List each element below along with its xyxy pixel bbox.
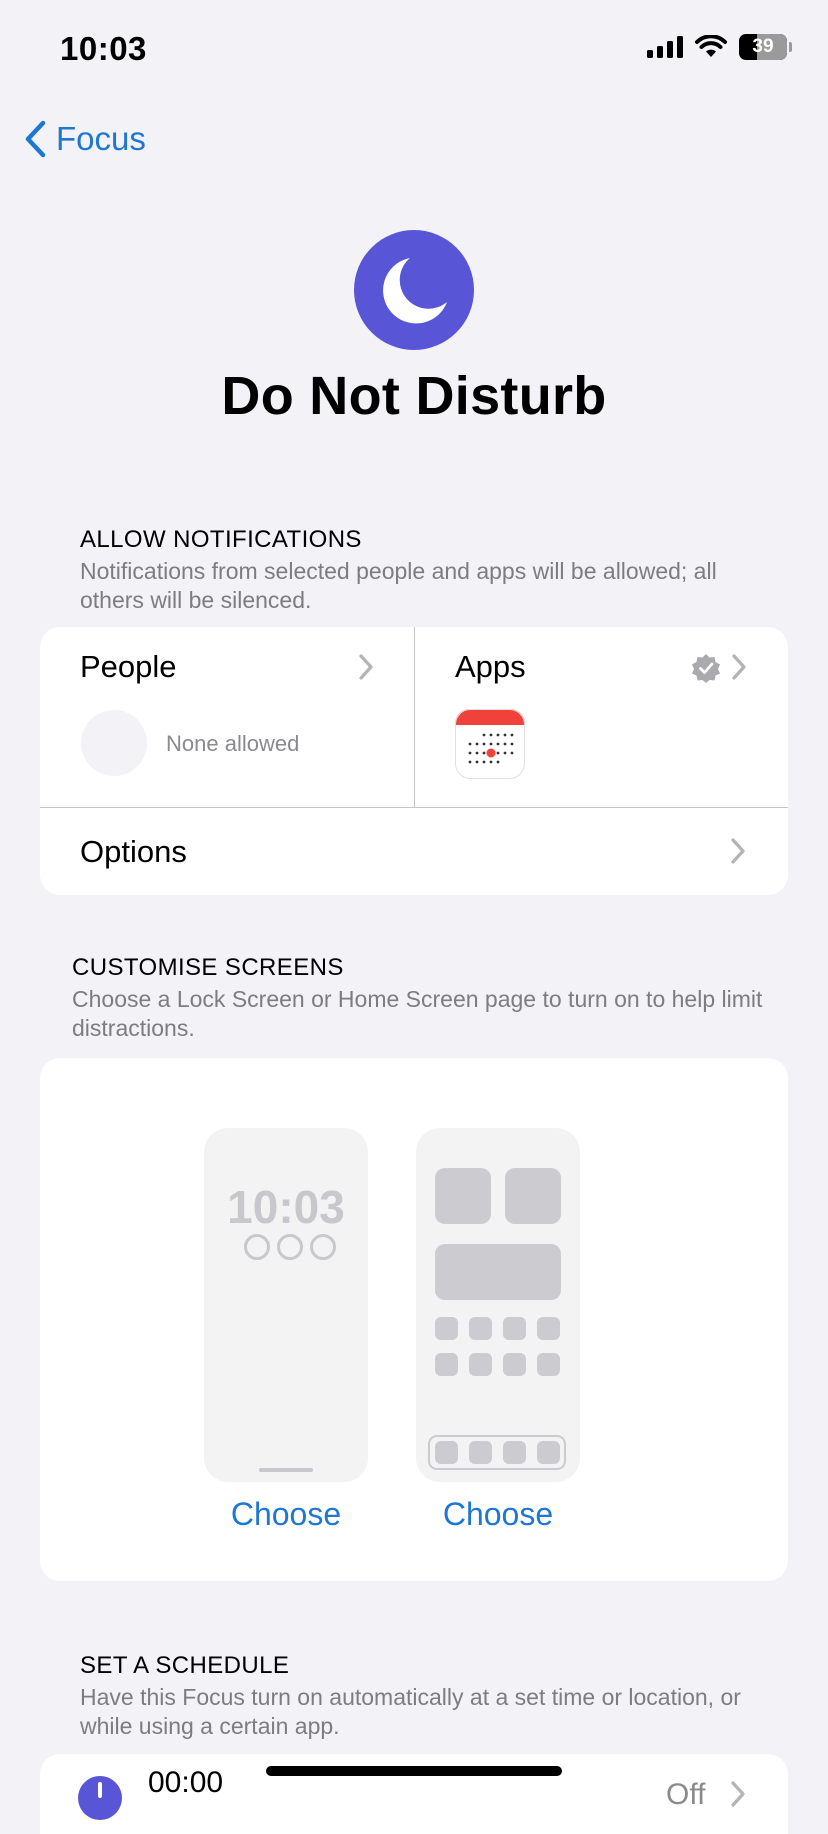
apps-cell[interactable]: Apps — [415, 627, 788, 807]
focus-moon-badge — [354, 230, 474, 350]
lock-screen-widgets — [244, 1234, 336, 1260]
widget-tile — [505, 1168, 561, 1224]
chevron-right-icon — [731, 1781, 745, 1807]
people-status: None allowed — [166, 731, 300, 756]
people-cell[interactable]: People None allowed — [40, 627, 414, 807]
wifi-icon — [695, 35, 727, 57]
lock-screen-home-bar — [259, 1468, 313, 1472]
widget-ring — [244, 1234, 270, 1260]
page-title: Do Not Disturb — [221, 366, 607, 426]
battery-icon: 39 — [739, 34, 787, 60]
status-icons: 39 — [647, 34, 792, 60]
home-screen-preview[interactable] — [416, 1128, 580, 1482]
widget-ring — [310, 1234, 336, 1260]
apps-label: Apps — [455, 649, 526, 684]
customise-screens-card: 10:03 Choose Choose — [40, 1058, 788, 1581]
home-indicator — [266, 1766, 562, 1776]
status-time: 10:03 — [60, 30, 147, 67]
choose-lock-screen-button[interactable]: Choose — [196, 1496, 376, 1533]
allow-notifications-header: ALLOW NOTIFICATIONS — [80, 526, 362, 553]
back-label: Focus — [56, 120, 146, 157]
customise-screens-header: CUSTOMISE SCREENS — [72, 954, 344, 981]
options-row[interactable]: Options — [40, 808, 788, 895]
lock-screen-preview[interactable]: 10:03 — [204, 1128, 368, 1482]
app-icon-grid — [435, 1317, 560, 1376]
schedule-clock-icon — [78, 1776, 122, 1820]
schedule-description: Have this Focus turn on automatically at… — [80, 1684, 741, 1739]
back-button[interactable]: Focus — [24, 120, 146, 158]
calendar-app-icon — [455, 709, 525, 779]
schedule-time: 00:00 — [148, 1766, 224, 1799]
cellular-signal-icon — [647, 36, 683, 58]
widget-tile-wide — [435, 1244, 561, 1300]
widget-ring — [277, 1234, 303, 1260]
chevron-left-icon — [25, 120, 46, 158]
dock — [428, 1435, 566, 1470]
chevron-right-icon — [731, 838, 745, 864]
verified-badge-icon — [692, 654, 720, 683]
options-label: Options — [80, 834, 187, 869]
battery-nub — [789, 42, 792, 52]
people-avatar-placeholder — [81, 710, 147, 776]
widget-tile — [435, 1168, 491, 1224]
lock-screen-time: 10:03 — [227, 1181, 345, 1233]
people-label: People — [80, 649, 177, 684]
customise-screens-description: Choose a Lock Screen or Home Screen page… — [72, 986, 763, 1041]
schedule-header: SET A SCHEDULE — [80, 1652, 290, 1679]
allow-notifications-card: People None allowed Apps Options — [40, 627, 788, 895]
chevron-right-icon — [732, 654, 746, 680]
allow-notifications-description: Notifications from selected people and a… — [80, 558, 717, 613]
battery-level: 39 — [752, 36, 774, 57]
schedule-state: Off — [666, 1778, 706, 1811]
choose-home-screen-button[interactable]: Choose — [408, 1496, 588, 1533]
moon-icon — [383, 258, 447, 324]
chevron-right-icon — [359, 654, 373, 680]
